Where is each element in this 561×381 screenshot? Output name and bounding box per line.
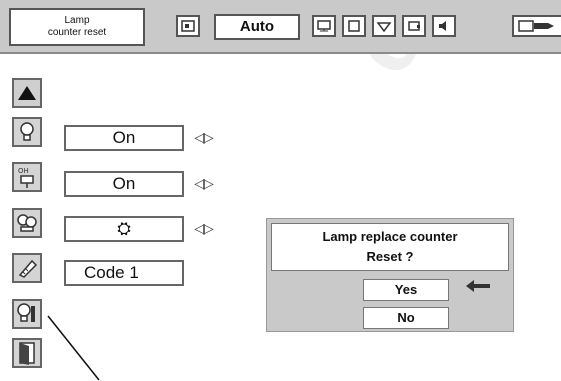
power-management-icon[interactable]: OH — [12, 162, 42, 192]
menu-bar: Lamp counter reset Auto — [0, 0, 561, 54]
display-icon[interactable] — [342, 15, 366, 37]
lamp-mode-icon[interactable] — [12, 208, 42, 238]
menu-value-1[interactable]: On — [64, 125, 184, 151]
dialog-line1: Lamp replace counter — [322, 229, 458, 244]
color-icon[interactable] — [372, 15, 396, 37]
lamp-icon[interactable] — [12, 117, 42, 147]
reset-confirm-dialog: Lamp replace counter Reset ? Yes No — [266, 218, 514, 332]
sound-icon[interactable] — [432, 15, 456, 37]
dialog-message: Lamp replace counter Reset ? — [271, 223, 509, 271]
dialog-line2: Reset ? — [366, 249, 414, 264]
menu-value-3[interactable]: ⛭ — [64, 216, 184, 242]
left-right-arrows-icon[interactable]: ◁▷ — [190, 126, 216, 150]
scroll-up-icon[interactable] — [12, 78, 42, 108]
left-right-arrows-icon[interactable]: ◁▷ — [190, 217, 216, 241]
image-icon[interactable] — [402, 15, 426, 37]
menu-title-line2: counter reset — [47, 27, 107, 38]
yes-button[interactable]: Yes — [363, 279, 449, 301]
screen-icon[interactable] — [312, 15, 336, 37]
lamp-counter-reset-icon[interactable] — [12, 299, 42, 329]
no-button[interactable]: No — [363, 307, 449, 329]
exit-icon[interactable] — [12, 338, 42, 368]
input-icon[interactable] — [176, 15, 200, 37]
menu-value-2[interactable]: On — [64, 171, 184, 197]
input-mode-display[interactable]: Auto — [214, 14, 300, 40]
menu-title-line1: Lamp — [64, 15, 90, 26]
lamp-icon[interactable] — [512, 15, 561, 37]
pointer-arrow-icon — [466, 280, 490, 292]
menu-value-4[interactable]: Code 1 — [64, 260, 184, 286]
left-right-arrows-icon[interactable]: ◁▷ — [190, 172, 216, 196]
key-lock-icon[interactable] — [12, 253, 42, 283]
svg-text:OH: OH — [18, 167, 29, 175]
menu-title: Lamp counter reset — [9, 8, 145, 46]
